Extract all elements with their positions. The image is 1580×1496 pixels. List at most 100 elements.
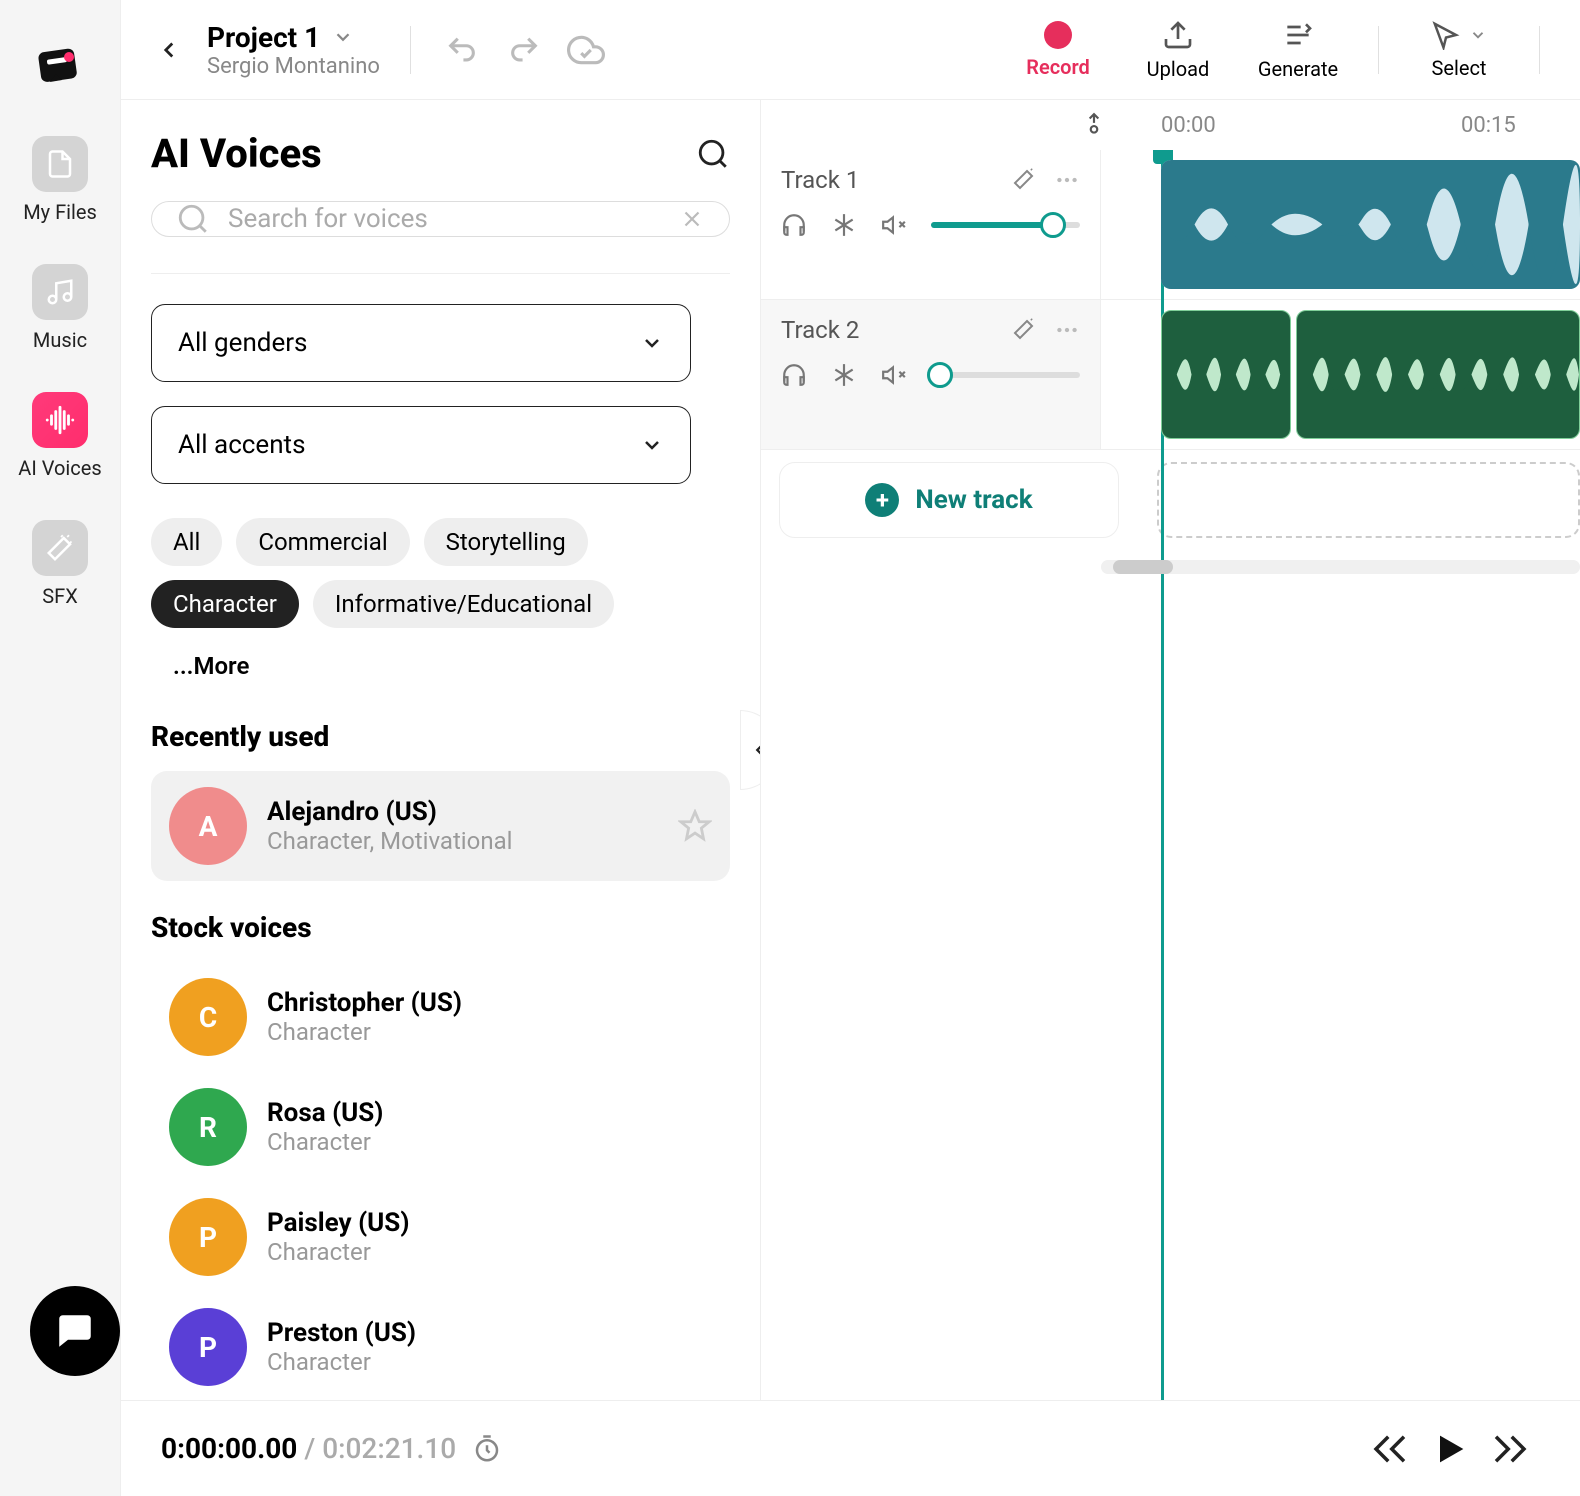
mute-icon[interactable] — [881, 212, 907, 238]
select-tool-button[interactable]: Select — [1409, 20, 1509, 80]
chevron-down-icon[interactable] — [332, 26, 354, 48]
category-chip[interactable]: Informative/Educational — [313, 580, 614, 628]
category-chip[interactable]: Character — [151, 580, 299, 628]
magic-icon[interactable] — [1012, 167, 1036, 191]
new-track-label: New track — [915, 485, 1032, 515]
generate-button[interactable]: Generate — [1248, 19, 1348, 81]
nav-my-files-label: My Files — [23, 200, 97, 224]
voice-tags: Character, Motivational — [267, 827, 512, 855]
track-name[interactable]: Track 2 — [781, 316, 859, 344]
clear-icon[interactable] — [679, 206, 705, 232]
cloud-sync-icon[interactable] — [565, 29, 607, 71]
collapse-panel-button[interactable] — [740, 710, 761, 790]
add-marker-button[interactable] — [1081, 112, 1107, 138]
timeline-editor: 00:00 00:15 Track 1 — [761, 100, 1580, 1400]
nav-sfx[interactable]: SFX — [32, 520, 88, 608]
play-button[interactable] — [1420, 1419, 1480, 1479]
voice-name: Paisley (US) — [267, 1208, 409, 1238]
gender-filter-select[interactable]: All genders — [151, 304, 691, 382]
mute-icon[interactable] — [881, 362, 907, 388]
audio-clip[interactable] — [1296, 310, 1580, 439]
voice-row[interactable]: A Alejandro (US) Character, Motivational — [151, 771, 730, 881]
freeze-icon[interactable] — [831, 212, 857, 238]
nav-my-files[interactable]: My Files — [23, 136, 97, 224]
headphones-icon[interactable] — [781, 362, 807, 388]
voices-search-toggle[interactable] — [696, 137, 730, 171]
voice-name: Alejandro (US) — [267, 797, 512, 827]
voice-row[interactable]: P Paisley (US) Character — [151, 1182, 730, 1292]
cursor-icon — [1431, 20, 1461, 50]
timecode-current: 0:00:00.00 — [161, 1432, 297, 1465]
more-icon[interactable] — [1054, 167, 1080, 193]
generate-label: Generate — [1258, 57, 1338, 81]
audio-clip[interactable] — [1161, 310, 1291, 439]
more-chips-button[interactable]: ...More — [151, 642, 271, 690]
chevron-down-icon[interactable] — [1469, 26, 1487, 44]
voice-row[interactable]: P Preston (US) Character — [151, 1292, 730, 1400]
voice-name: Preston (US) — [267, 1318, 416, 1348]
forward-button[interactable] — [1480, 1419, 1540, 1479]
help-chat-button[interactable] — [30, 1286, 120, 1376]
redo-button[interactable] — [503, 29, 545, 71]
upload-button[interactable]: Upload — [1128, 19, 1228, 81]
time-ruler[interactable]: 00:00 00:15 — [761, 100, 1580, 150]
track-header[interactable]: Track 2 — [761, 300, 1101, 449]
category-chip[interactable]: Storytelling — [424, 518, 588, 566]
magic-icon[interactable] — [1012, 317, 1036, 341]
freeze-icon[interactable] — [831, 362, 857, 388]
accent-filter-select[interactable]: All accents — [151, 406, 691, 484]
voice-tags: Character — [267, 1128, 383, 1156]
track-header[interactable]: Track 1 — [761, 150, 1101, 299]
gender-filter-label: All genders — [178, 328, 307, 358]
time-tick: 00:00 — [1161, 113, 1216, 138]
volume-slider[interactable] — [931, 222, 1080, 228]
nav-ai-voices[interactable]: AI Voices — [18, 392, 101, 480]
audio-clip[interactable] — [1161, 160, 1580, 289]
voice-name: Christopher (US) — [267, 988, 462, 1018]
drop-zone[interactable] — [1157, 462, 1580, 538]
favorite-button[interactable] — [678, 809, 712, 843]
voice-avatar: R — [169, 1088, 247, 1166]
project-title[interactable]: Project 1 — [207, 21, 320, 54]
voice-tags: Character — [267, 1348, 416, 1376]
record-button[interactable]: Record — [1008, 21, 1108, 79]
nav-music[interactable]: Music — [32, 264, 88, 352]
stopwatch-icon[interactable] — [472, 1434, 502, 1464]
more-icon[interactable] — [1054, 317, 1080, 343]
volume-slider[interactable] — [931, 372, 1080, 378]
file-icon — [32, 136, 88, 192]
app-logo-icon — [32, 40, 88, 96]
voice-avatar: C — [169, 978, 247, 1056]
undo-button[interactable] — [441, 29, 483, 71]
category-chips: All Commercial Storytelling Character Inform… — [151, 518, 730, 690]
chevron-down-icon — [640, 433, 664, 457]
nav-music-label: Music — [33, 328, 87, 352]
track-name[interactable]: Track 1 — [781, 166, 859, 194]
voice-avatar: A — [169, 787, 247, 865]
time-tick: 00:15 — [1461, 113, 1516, 138]
transport-bar: 0:00:00.00 / 0:02:21.10 — [121, 1400, 1580, 1496]
voice-search-field[interactable] — [151, 201, 730, 237]
category-chip[interactable]: All — [151, 518, 222, 566]
chevron-left-icon — [749, 739, 761, 761]
voice-row[interactable]: R Rosa (US) Character — [151, 1072, 730, 1182]
record-icon — [1044, 21, 1072, 49]
tracks-area: Track 1 — [761, 150, 1580, 1400]
voice-avatar: P — [169, 1308, 247, 1386]
timeline-scrollbar[interactable] — [1101, 560, 1580, 574]
rewind-button[interactable] — [1360, 1419, 1420, 1479]
voice-row[interactable]: C Christopher (US) Character — [151, 962, 730, 1072]
voices-title: AI Voices — [151, 130, 322, 177]
headphones-icon[interactable] — [781, 212, 807, 238]
generate-icon — [1282, 19, 1314, 51]
track-row: Track 1 — [761, 150, 1580, 300]
waveform-icon — [32, 392, 88, 448]
category-chip[interactable]: Commercial — [236, 518, 409, 566]
timecode: 0:00:00.00 / 0:02:21.10 — [161, 1432, 456, 1465]
new-track-button[interactable]: + New track — [779, 462, 1119, 538]
timecode-total: 0:02:21.10 — [322, 1432, 456, 1465]
voice-avatar: P — [169, 1198, 247, 1276]
voice-search-input[interactable] — [228, 204, 661, 234]
search-icon — [696, 137, 730, 171]
back-button[interactable] — [151, 32, 187, 68]
